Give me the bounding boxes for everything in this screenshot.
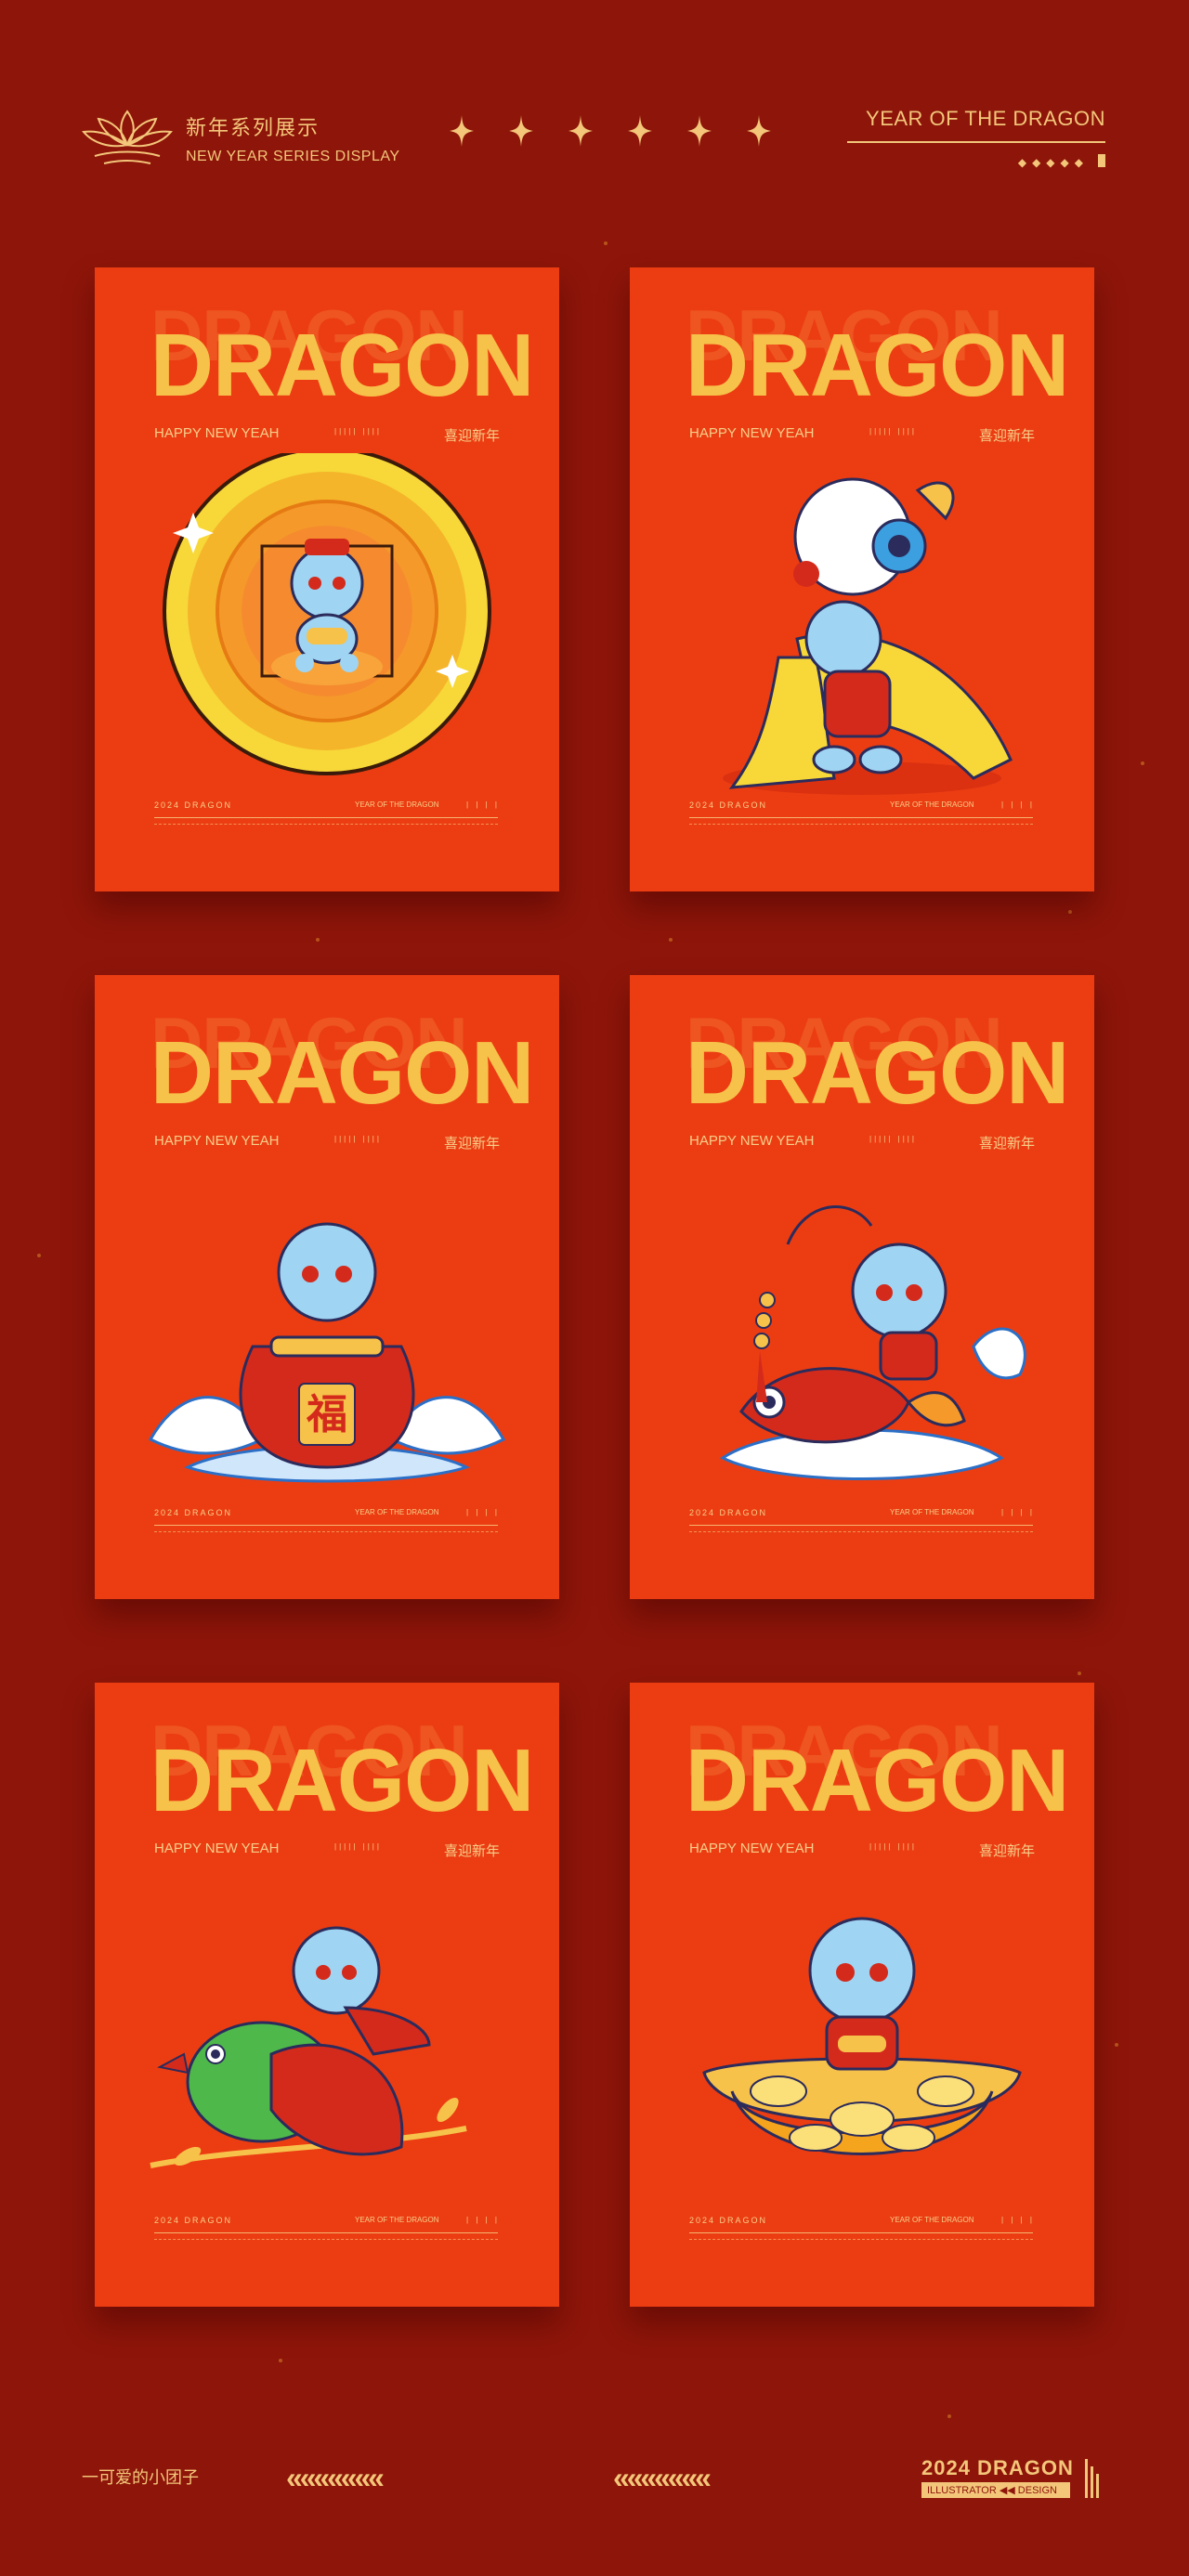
chevron-row-left: « « « « « « « xyxy=(286,2461,385,2494)
foot-year: 2024 DRAGON xyxy=(154,1508,233,1517)
poster-subtitle-cn: 喜迎新年 xyxy=(443,1136,500,1151)
poster-card-1[interactable]: DRAGON DRAGON HAPPY NEW YEAH ||||| |||| … xyxy=(95,267,559,891)
sparkle-icon xyxy=(687,115,712,147)
poster-subtitle-en: HAPPY NEW YEAH xyxy=(689,1133,815,1149)
poster-title: DRAGON xyxy=(686,1023,1069,1123)
poster-subtitle-en: HAPPY NEW YEAH xyxy=(154,425,280,441)
divider xyxy=(689,2239,1033,2240)
barcode-decor: ||||| |||| xyxy=(334,1842,382,1851)
header: 新年系列展示 NEW YEAR SERIES DISPLAY YEAR OF T… xyxy=(0,0,1189,186)
foot-tagline: YEAR OF THE DRAGON xyxy=(890,1508,974,1516)
foot-year: 2024 DRAGON xyxy=(689,1508,768,1517)
divider xyxy=(689,1525,1033,1526)
footer-brand: 2024 DRAGON ILLUSTRATOR ◀◀ DESIGN xyxy=(921,2456,1074,2498)
footer-sub: ILLUSTRATOR ◀◀ DESIGN xyxy=(921,2482,1070,2498)
poster-card-4[interactable]: DRAGON DRAGON HAPPY NEW YEAH ||||| |||| … xyxy=(630,975,1094,1599)
poster-card-2[interactable]: DRAGON DRAGON HAPPY NEW YEAH ||||| |||| … xyxy=(630,267,1094,891)
fortune-character: 福 xyxy=(306,1391,347,1438)
poster-title: DRAGON xyxy=(686,316,1069,415)
poster-title: DRAGON xyxy=(150,316,534,415)
poster-title: DRAGON xyxy=(150,1023,534,1123)
foot-tagline: YEAR OF THE DRAGON xyxy=(890,800,974,809)
header-en-title: NEW YEAR SERIES DISPLAY xyxy=(186,149,400,164)
poster-subtitle-en: HAPPY NEW YEAH xyxy=(154,1841,280,1856)
foot-year: 2024 DRAGON xyxy=(154,800,233,810)
sparkle-icon xyxy=(747,115,771,147)
foot-tagline: YEAR OF THE DRAGON xyxy=(890,2216,974,2224)
barcode-decor: ||||| |||| xyxy=(334,1135,382,1143)
poster-subtitle-cn: 喜迎新年 xyxy=(978,428,1035,444)
divider xyxy=(154,2232,498,2233)
year-of-dragon-title: YEAR OF THE DRAGON xyxy=(866,107,1105,130)
poster-subtitle-cn: 喜迎新年 xyxy=(443,1843,500,1859)
foot-bars: | | | | xyxy=(1001,2216,1035,2224)
foot-year: 2024 DRAGON xyxy=(689,2216,768,2225)
poster-title: DRAGON xyxy=(686,1731,1069,1830)
foot-bars: | | | | xyxy=(466,800,500,809)
foot-bars: | | | | xyxy=(1001,800,1035,809)
divider xyxy=(154,1525,498,1526)
fortune-bag-dragon-illustration: 福 xyxy=(148,1222,506,1483)
poster-subtitle-en: HAPPY NEW YEAH xyxy=(689,425,815,441)
barcode-decor: ||||| |||| xyxy=(869,1135,917,1143)
star-row xyxy=(450,115,771,147)
bars-icon xyxy=(1085,2459,1099,2498)
foot-year: 2024 DRAGON xyxy=(689,800,768,810)
gold-ingot-dragon-illustration xyxy=(702,1917,1022,2155)
footer-year: 2024 DRAGON xyxy=(921,2456,1074,2479)
poster-card-6[interactable]: DRAGON DRAGON HAPPY NEW YEAH ||||| |||| … xyxy=(630,1683,1094,2307)
sparkle-icon xyxy=(509,115,533,147)
divider xyxy=(154,817,498,818)
foot-tagline: YEAR OF THE DRAGON xyxy=(355,1508,439,1516)
poster-card-3[interactable]: DRAGON DRAGON HAPPY NEW YEAH ||||| |||| … xyxy=(95,975,559,1599)
bird-dragon-illustration xyxy=(150,1926,467,2168)
foot-tagline: YEAR OF THE DRAGON xyxy=(355,2216,439,2224)
poster-subtitle-cn: 喜迎新年 xyxy=(978,1136,1035,1151)
divider xyxy=(689,1531,1033,1532)
foot-bars: | | | | xyxy=(466,2216,500,2224)
chevron-row-right: « « « « « « « xyxy=(613,2461,712,2494)
header-cn-title: 新年系列展示 xyxy=(186,116,320,139)
coin-dragon-illustration xyxy=(163,453,491,775)
divider xyxy=(154,2239,498,2240)
poster-title: DRAGON xyxy=(150,1731,534,1830)
barcode-decor: ||||| |||| xyxy=(334,427,382,436)
poster-card-5[interactable]: DRAGON DRAGON HAPPY NEW YEAH ||||| |||| … xyxy=(95,1683,559,2307)
sparkle-icon xyxy=(568,115,593,147)
poster-subtitle-en: HAPPY NEW YEAH xyxy=(154,1133,280,1149)
divider xyxy=(689,2232,1033,2233)
poster-subtitle-en: HAPPY NEW YEAH xyxy=(689,1841,815,1856)
divider xyxy=(154,824,498,825)
poster-subtitle-cn: 喜迎新年 xyxy=(443,428,500,444)
barcode-decor: ||||| |||| xyxy=(869,427,917,436)
divider xyxy=(154,1531,498,1532)
footer-author: 一可爱的小团子 xyxy=(82,2468,199,2487)
divider xyxy=(689,817,1033,818)
divider xyxy=(689,824,1033,825)
decor-dots: ◆◆◆◆◆ xyxy=(1017,156,1089,169)
barcode-decor: ||||| |||| xyxy=(869,1842,917,1851)
lion-dance-dragon-illustration xyxy=(723,477,1013,795)
foot-year: 2024 DRAGON xyxy=(154,2216,233,2225)
koi-dragon-illustration xyxy=(720,1205,1026,1480)
foot-bars: | | | | xyxy=(466,1508,500,1516)
sparkle-icon xyxy=(628,115,652,147)
lotus-logo-icon xyxy=(82,110,173,164)
divider xyxy=(847,141,1105,143)
foot-tagline: YEAR OF THE DRAGON xyxy=(355,800,439,809)
sparkle-icon xyxy=(450,115,474,147)
decor-bar xyxy=(1098,154,1105,167)
poster-subtitle-cn: 喜迎新年 xyxy=(978,1843,1035,1859)
foot-bars: | | | | xyxy=(1001,1508,1035,1516)
